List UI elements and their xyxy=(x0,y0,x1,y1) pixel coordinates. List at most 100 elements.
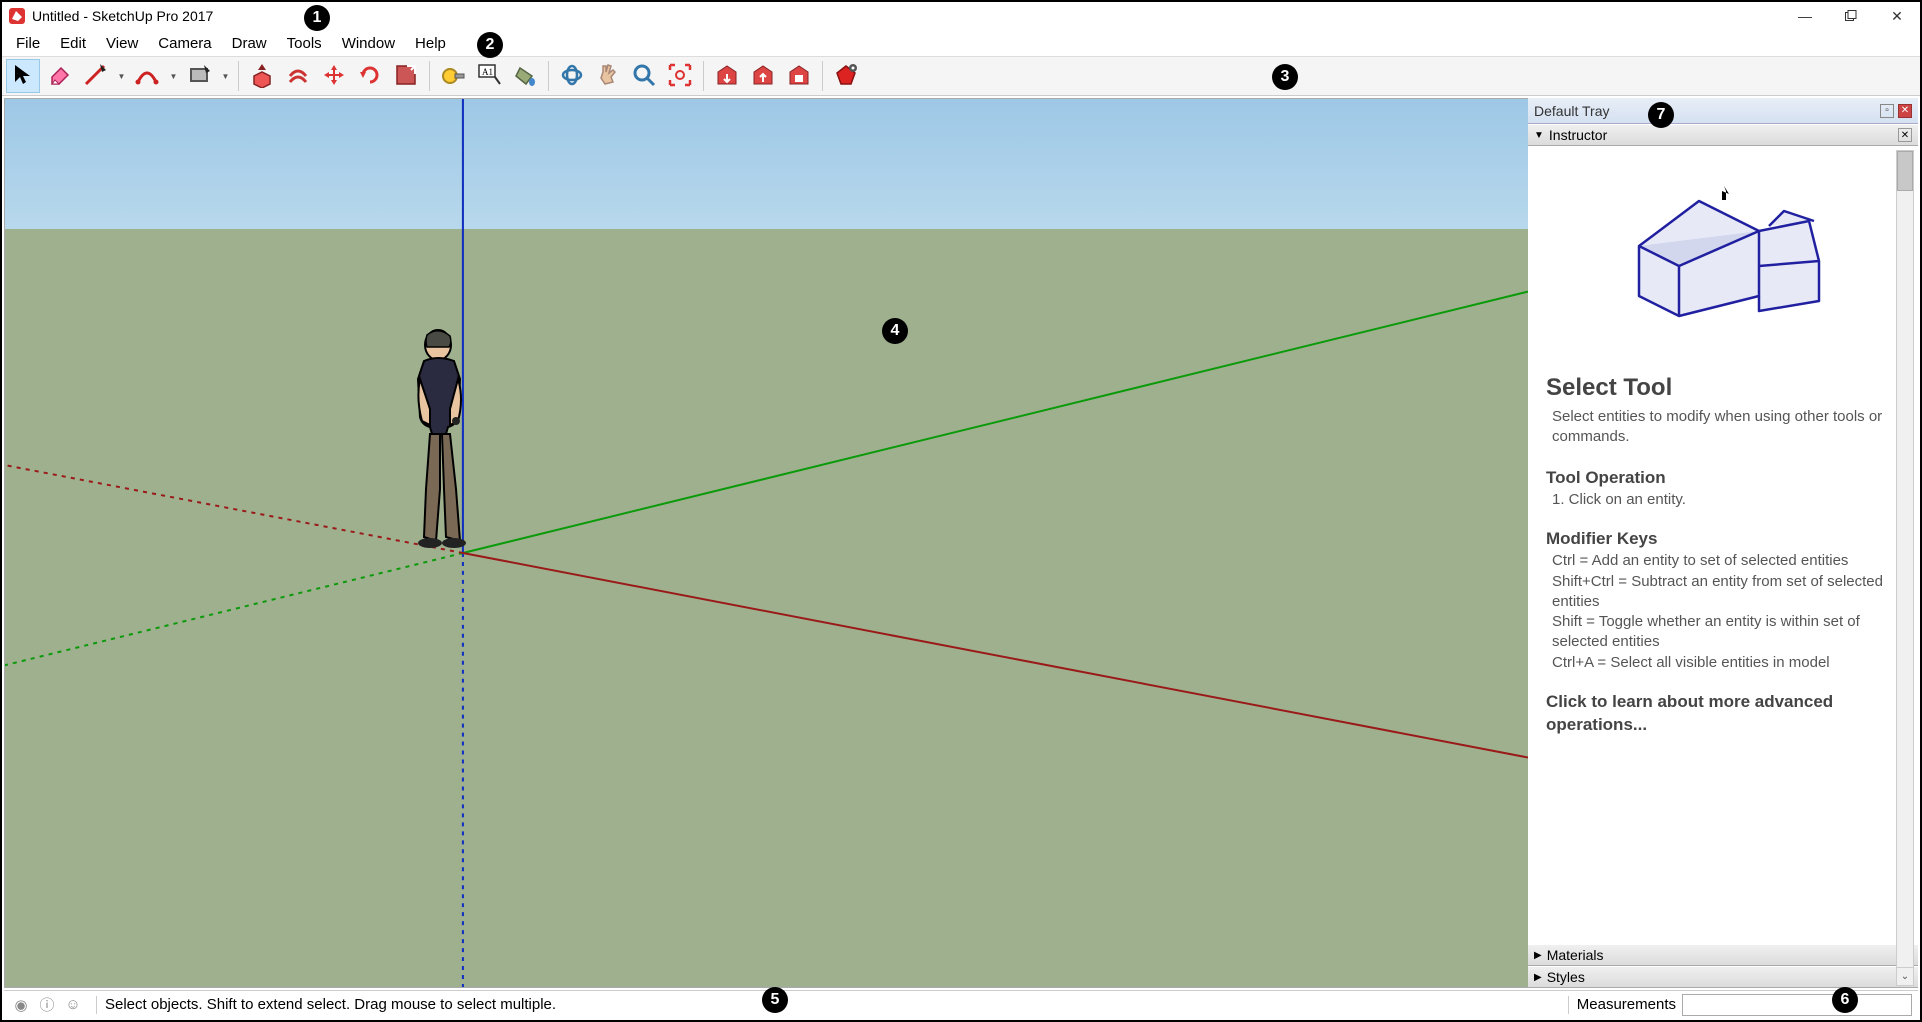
scrollbar-down-icon[interactable]: ⌄ xyxy=(1897,967,1913,985)
instructor-panel-body: Select Tool Select entities to modify wh… xyxy=(1528,146,1918,944)
push-pull-icon xyxy=(249,62,275,91)
panel-header-instructor[interactable]: ▼ Instructor ✕ xyxy=(1528,124,1918,146)
ruby-extension-tool[interactable] xyxy=(829,59,863,93)
app-icon xyxy=(8,7,26,25)
select-tool[interactable] xyxy=(6,59,40,93)
person-icon[interactable]: ☺ xyxy=(62,994,84,1016)
status-bar: ◉ ⓘ ☺ Select objects. Shift to extend se… xyxy=(4,990,1918,1018)
svg-text:A1: A1 xyxy=(482,67,493,77)
menu-view[interactable]: View xyxy=(96,32,148,55)
paint-bucket-tool[interactable] xyxy=(508,59,542,93)
eraser-icon xyxy=(46,62,72,91)
warehouse-share-icon xyxy=(750,62,776,91)
title-bar: Untitled - SketchUp Pro 2017 — ✕ xyxy=(2,2,1920,30)
maximize-button[interactable] xyxy=(1828,2,1874,30)
push-pull-tool[interactable] xyxy=(245,59,279,93)
zoom-tool[interactable] xyxy=(627,59,661,93)
panel-close-icon[interactable]: ✕ xyxy=(1898,128,1912,142)
panel-header-styles[interactable]: ▶ Styles ✕ xyxy=(1528,966,1918,988)
text-tool[interactable]: A1 xyxy=(472,59,506,93)
tape-measure-tool[interactable] xyxy=(436,59,470,93)
tray-header[interactable]: Default Tray ▫ ✕ xyxy=(1528,98,1918,124)
rectangle-dropdown[interactable]: ▼ xyxy=(218,59,232,93)
ruby-extension-icon xyxy=(833,62,859,91)
paint-bucket-icon xyxy=(512,62,538,91)
measurements-input[interactable] xyxy=(1682,994,1912,1016)
orbit-tool[interactable] xyxy=(555,59,589,93)
chevron-right-icon: ▶ xyxy=(1534,950,1542,961)
minimize-button[interactable]: — xyxy=(1782,2,1828,30)
rectangle-icon xyxy=(186,62,212,91)
arc-tool[interactable] xyxy=(130,59,164,93)
extension-warehouse-tool[interactable] xyxy=(782,59,816,93)
arc-icon xyxy=(134,62,160,91)
drawing-viewport[interactable] xyxy=(4,98,1528,988)
close-button[interactable]: ✕ xyxy=(1874,2,1920,30)
offset-tool[interactable] xyxy=(281,59,315,93)
rotate-icon xyxy=(357,62,383,91)
instructor-mod-heading: Modifier Keys xyxy=(1546,528,1902,551)
scale-tool[interactable] xyxy=(389,59,423,93)
tray-close-icon[interactable]: ✕ xyxy=(1898,104,1912,118)
pan-icon xyxy=(595,62,621,91)
line-tool[interactable] xyxy=(78,59,112,93)
pan-tool[interactable] xyxy=(591,59,625,93)
instructor-tool-title: Select Tool xyxy=(1546,372,1902,404)
offset-icon xyxy=(285,62,311,91)
scale-icon xyxy=(393,62,419,91)
warehouse-get-icon xyxy=(714,62,740,91)
menu-bar: FileEditViewCameraDrawToolsWindowHelp xyxy=(2,30,1920,56)
menu-tools[interactable]: Tools xyxy=(277,32,332,55)
instructor-mod-body: Ctrl = Add an entity to set of selected … xyxy=(1552,551,1902,673)
menu-help[interactable]: Help xyxy=(405,32,456,55)
select-icon xyxy=(10,62,36,91)
extension-warehouse-icon xyxy=(786,62,812,91)
chevron-right-icon: ▶ xyxy=(1534,972,1542,983)
menu-camera[interactable]: Camera xyxy=(148,32,221,55)
arc-dropdown[interactable]: ▼ xyxy=(166,59,180,93)
move-icon xyxy=(321,62,347,91)
zoom-extents-icon xyxy=(667,62,693,91)
scrollbar-thumb[interactable] xyxy=(1897,151,1913,191)
line-dropdown[interactable]: ▼ xyxy=(114,59,128,93)
menu-window[interactable]: Window xyxy=(332,32,405,55)
tray-title: Default Tray xyxy=(1534,103,1609,119)
panel-label: Materials xyxy=(1547,947,1604,963)
chevron-down-icon: ▼ xyxy=(118,72,126,81)
tray-scrollbar[interactable]: ⌄ xyxy=(1896,150,1914,986)
instructor-op-heading: Tool Operation xyxy=(1546,467,1902,490)
tape-measure-icon xyxy=(440,62,466,91)
menu-draw[interactable]: Draw xyxy=(222,32,277,55)
window-title: Untitled - SketchUp Pro 2017 xyxy=(32,8,213,24)
help-icon[interactable]: ◉ xyxy=(10,994,32,1016)
panel-label: Styles xyxy=(1547,969,1585,985)
instructor-more-link[interactable]: Click to learn about more advanced opera… xyxy=(1546,691,1902,737)
warehouse-get-tool[interactable] xyxy=(710,59,744,93)
move-tool[interactable] xyxy=(317,59,351,93)
menu-file[interactable]: File xyxy=(6,32,50,55)
orbit-icon xyxy=(559,62,585,91)
panel-label: Instructor xyxy=(1549,127,1607,143)
measurements-label: Measurements xyxy=(1577,996,1676,1013)
warehouse-share-tool[interactable] xyxy=(746,59,780,93)
chevron-down-icon: ▼ xyxy=(170,72,178,81)
panel-header-materials[interactable]: ▶ Materials ✕ xyxy=(1528,944,1918,966)
line-icon xyxy=(82,62,108,91)
instructor-op-body: 1. Click on an entity. xyxy=(1552,490,1902,510)
instructor-illustration xyxy=(1546,156,1902,372)
eraser-tool[interactable] xyxy=(42,59,76,93)
tray-pin-icon[interactable]: ▫ xyxy=(1880,104,1894,118)
menu-edit[interactable]: Edit xyxy=(50,32,96,55)
viewport-ground xyxy=(5,229,1528,987)
rotate-tool[interactable] xyxy=(353,59,387,93)
zoom-icon xyxy=(631,62,657,91)
chevron-down-icon: ▼ xyxy=(222,72,230,81)
info-icon[interactable]: ⓘ xyxy=(36,994,58,1016)
rectangle-tool[interactable] xyxy=(182,59,216,93)
zoom-extents-tool[interactable] xyxy=(663,59,697,93)
default-tray: Default Tray ▫ ✕ ▼ Instructor ✕ xyxy=(1528,98,1918,988)
status-text: Select objects. Shift to extend select. … xyxy=(105,996,1560,1013)
chevron-down-icon: ▼ xyxy=(1534,130,1544,141)
main-toolbar: ▼ ▼ ▼ A1 xyxy=(2,56,1920,96)
instructor-tool-desc: Select entities to modify when using oth… xyxy=(1552,407,1902,448)
